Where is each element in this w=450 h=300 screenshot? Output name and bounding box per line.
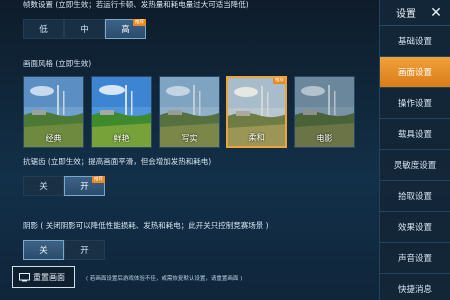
style-thumb-realistic[interactable]: 写实 [159, 76, 220, 148]
sidebar-item-sound[interactable]: 声音设置 [380, 243, 450, 274]
sidebar-title: 设置 [396, 9, 416, 20]
style-label-soft: 柔和 [248, 133, 265, 142]
style-label-cinematic: 电影 [316, 134, 333, 143]
graphics-settings-panel: 帧数设置 (立即生效；若运行卡顿、发热量和耗电量过大可适当降低) 低 中 高 推… [0, 0, 375, 300]
sidebar-item-pickup[interactable]: 拾取设置 [380, 181, 450, 212]
frame-rate-selector: 低 中 高 推荐 [23, 19, 146, 39]
style-label-realistic: 写实 [181, 134, 198, 143]
reset-graphics-label: 重置画面 [33, 272, 65, 282]
monitor-icon [19, 272, 30, 281]
style-thumb-cinematic[interactable]: 电影 [294, 76, 355, 148]
reset-note: ( 若画面设置后游戏体验不佳，或需恢复默认设置，请重置画面 ) [86, 276, 243, 282]
style-thumb-vivid[interactable]: 鲜艳 [91, 76, 152, 148]
sidebar-item-quick-messages[interactable]: 快捷消息 [380, 274, 450, 300]
style-thumb-soft[interactable]: 推荐 柔和 [226, 76, 287, 148]
shadow-option-off[interactable]: 关 [23, 240, 64, 260]
frame-rate-option-low[interactable]: 低 [23, 19, 64, 39]
shadow-title: 阴影 ( 关闭阴影可以降低性能损耗、发热和耗电；此开关只控制竞赛场景 ) [23, 221, 269, 230]
recommended-badge: 推荐 [133, 19, 146, 26]
frame-rate-option-medium[interactable]: 中 [64, 19, 105, 39]
style-label-classic: 经典 [45, 134, 62, 143]
sidebar-item-effects[interactable]: 效果设置 [380, 212, 450, 243]
sidebar-item-basic[interactable]: 基础设置 [380, 26, 450, 57]
sidebar-item-graphics[interactable]: 画面设置 [380, 57, 450, 88]
style-thumb-classic[interactable]: 经典 [23, 76, 84, 148]
style-label-vivid: 鲜艳 [113, 134, 130, 143]
frame-rate-title: 帧数设置 (立即生效；若运行卡顿、发热量和耗电量过大可适当降低) [23, 0, 249, 9]
sidebar-header: 设置 ✕ [380, 0, 450, 26]
recommended-badge: 推荐 [92, 176, 105, 183]
close-icon[interactable]: ✕ [428, 5, 444, 21]
anti-aliasing-option-off[interactable]: 关 [23, 176, 64, 196]
frame-rate-option-high-label: 高 [121, 25, 130, 35]
graphics-style-title: 画面风格 (立即生效) [23, 59, 92, 68]
anti-aliasing-title: 抗锯齿 (立即生效；提高画面平滑，但会增加发热和耗电) [23, 157, 212, 166]
settings-sidebar: 设置 ✕ 基础设置 画面设置 操作设置 载具设置 灵敏度设置 拾取设置 效果设置… [379, 0, 450, 300]
anti-aliasing-toggle: 关 开 推荐 [23, 176, 105, 196]
shadow-option-on[interactable]: 开 [64, 240, 105, 260]
frame-rate-option-high[interactable]: 高 推荐 [105, 19, 146, 39]
anti-aliasing-option-on-label: 开 [80, 182, 89, 192]
sidebar-item-controls[interactable]: 操作设置 [380, 88, 450, 119]
reset-graphics-button[interactable]: 重置画面 [12, 266, 75, 288]
sidebar-item-sensitivity[interactable]: 灵敏度设置 [380, 150, 450, 181]
sidebar-item-vehicle[interactable]: 载具设置 [380, 119, 450, 150]
anti-aliasing-option-on[interactable]: 开 推荐 [64, 176, 105, 196]
recommended-badge: 推荐 [273, 78, 285, 84]
shadow-toggle: 关 开 [23, 240, 105, 260]
